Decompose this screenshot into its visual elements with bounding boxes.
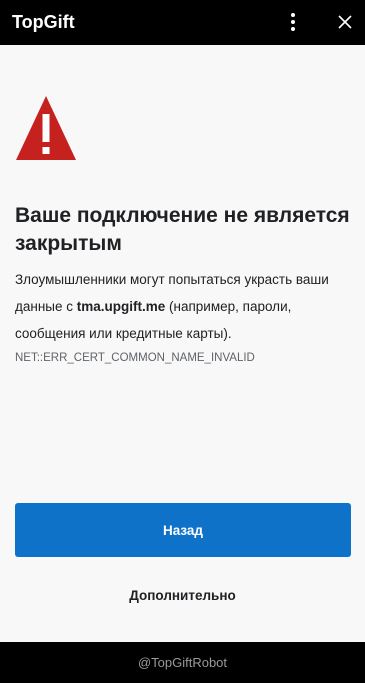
back-button-label: Назад <box>162 522 204 538</box>
footer-username: @TopGiftRobot <box>137 655 228 670</box>
window-title: TopGift <box>12 12 75 32</box>
back-button[interactable]: Назад <box>15 503 351 557</box>
domain-name: tma.upgift.me <box>76 299 166 314</box>
error-page: Ваше подключение не является закрытым Зл… <box>0 45 365 642</box>
error-code: NET::ERR_CERT_COMMON_NAME_INVALID <box>15 352 255 364</box>
footer: @TopGiftRobot <box>0 642 365 683</box>
warning-triangle-icon <box>15 94 77 162</box>
close-icon[interactable] <box>335 12 355 32</box>
error-description: Злоумышленники могут попытаться украсть … <box>15 266 355 347</box>
title-bar: TopGift <box>0 0 365 45</box>
app-window: TopGift Ваше подключение не является зак… <box>0 0 365 683</box>
page-title: Ваше подключение не является закрытым <box>15 204 350 255</box>
advanced-button[interactable]: Дополнительно <box>0 588 365 604</box>
more-vertical-icon[interactable] <box>284 11 302 33</box>
